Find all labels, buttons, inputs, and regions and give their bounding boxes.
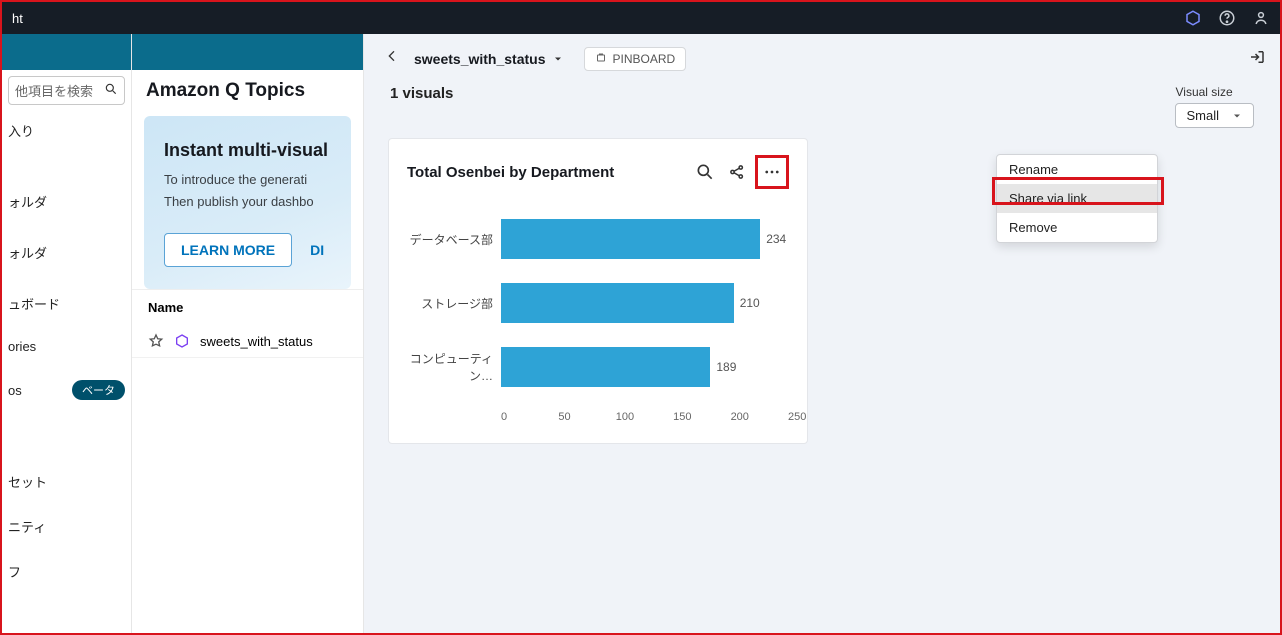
list-header-name: Name	[132, 289, 363, 325]
caret-down-icon	[1231, 110, 1243, 122]
bar-category-label: ストレージ部	[407, 295, 501, 312]
list-item[interactable]: sweets_with_status	[132, 325, 363, 358]
learn-more-button[interactable]: LEARN MORE	[164, 233, 292, 267]
hero-title: Instant multi-visual	[164, 140, 331, 161]
visual-size-value: Small	[1186, 108, 1219, 123]
bar-value: 210	[740, 296, 760, 310]
breadcrumb-label: sweets_with_status	[414, 51, 546, 67]
bar-value: 234	[766, 232, 786, 246]
caret-down-icon	[552, 53, 564, 65]
sidebar-item[interactable]: ュボード	[2, 286, 131, 321]
back-icon[interactable]	[380, 44, 404, 73]
user-icon[interactable]	[1252, 9, 1270, 27]
q-icon[interactable]	[1184, 9, 1202, 27]
dismiss-link[interactable]: DI	[310, 242, 324, 258]
star-icon[interactable]	[148, 333, 164, 349]
visual-card: Total Osenbei by Department	[388, 138, 808, 444]
menu-item-remove[interactable]: Remove	[997, 213, 1157, 242]
beta-badge: ベータ	[72, 380, 125, 400]
banner-strip-mid	[132, 34, 363, 70]
left-sidebar: 他項目を検索 入り ォルダ ォルダ ュボード ories os ベータ セット …	[2, 34, 132, 633]
app-topbar: ht	[2, 2, 1280, 34]
search-icon	[104, 82, 118, 99]
search-placeholder: 他項目を検索	[15, 81, 93, 100]
search-input[interactable]: 他項目を検索	[8, 76, 125, 105]
topic-icon	[174, 333, 190, 349]
brand-fragment: ht	[12, 11, 23, 26]
sidebar-item[interactable]: ニティ	[2, 509, 131, 544]
visuals-count: 1 visuals	[390, 85, 453, 102]
share-icon[interactable]	[723, 158, 751, 186]
sidebar-item[interactable]: os ベータ	[2, 372, 131, 408]
sidebar-item[interactable]: ォルダ	[2, 184, 131, 219]
banner-strip	[2, 34, 131, 70]
bar-category-label: コンピューティン…	[407, 350, 501, 384]
collapse-icon[interactable]	[1248, 48, 1266, 71]
pin-icon	[595, 53, 607, 65]
menu-item-rename[interactable]: Rename	[997, 155, 1157, 184]
sidebar-item[interactable]: セット	[2, 464, 131, 499]
zoom-icon[interactable]	[691, 158, 719, 186]
list-item-label: sweets_with_status	[200, 334, 313, 349]
hero-card: Instant multi-visual To introduce the ge…	[144, 116, 351, 289]
hero-line: To introduce the generati	[164, 171, 331, 189]
pinboard-chip[interactable]: PINBOARD	[584, 47, 687, 71]
menu-item-share[interactable]: Share via link	[997, 184, 1157, 213]
sidebar-item[interactable]: 入り	[2, 113, 131, 148]
bar-value: 189	[716, 360, 736, 374]
bar-category-label: データベース部	[407, 231, 501, 248]
panel-title: Amazon Q Topics	[132, 70, 363, 116]
context-menu: Rename Share via link Remove	[996, 154, 1158, 243]
topics-panel: Amazon Q Topics Instant multi-visual To …	[132, 34, 364, 633]
x-axis: 0 50 100 150 200 250	[501, 411, 789, 423]
main-content: sweets_with_status PINBOARD 1 visuals Vi…	[364, 34, 1280, 633]
sidebar-item[interactable]: ォルダ	[2, 235, 131, 270]
visual-size-label: Visual size	[1175, 85, 1254, 99]
sidebar-item[interactable]: フ	[2, 554, 131, 589]
help-icon[interactable]	[1218, 9, 1236, 27]
hero-line: Then publish your dashbo	[164, 193, 331, 211]
pinboard-label: PINBOARD	[613, 52, 676, 66]
card-title: Total Osenbei by Department	[407, 164, 614, 181]
bar-chart: データベース部 234 ストレージ部 210 コンピューティン… 189 0	[407, 219, 789, 423]
visual-size-select[interactable]: Small	[1175, 103, 1254, 128]
sidebar-item[interactable]: ories	[2, 331, 131, 362]
more-icon[interactable]	[758, 158, 786, 186]
breadcrumb[interactable]: sweets_with_status	[414, 51, 564, 67]
